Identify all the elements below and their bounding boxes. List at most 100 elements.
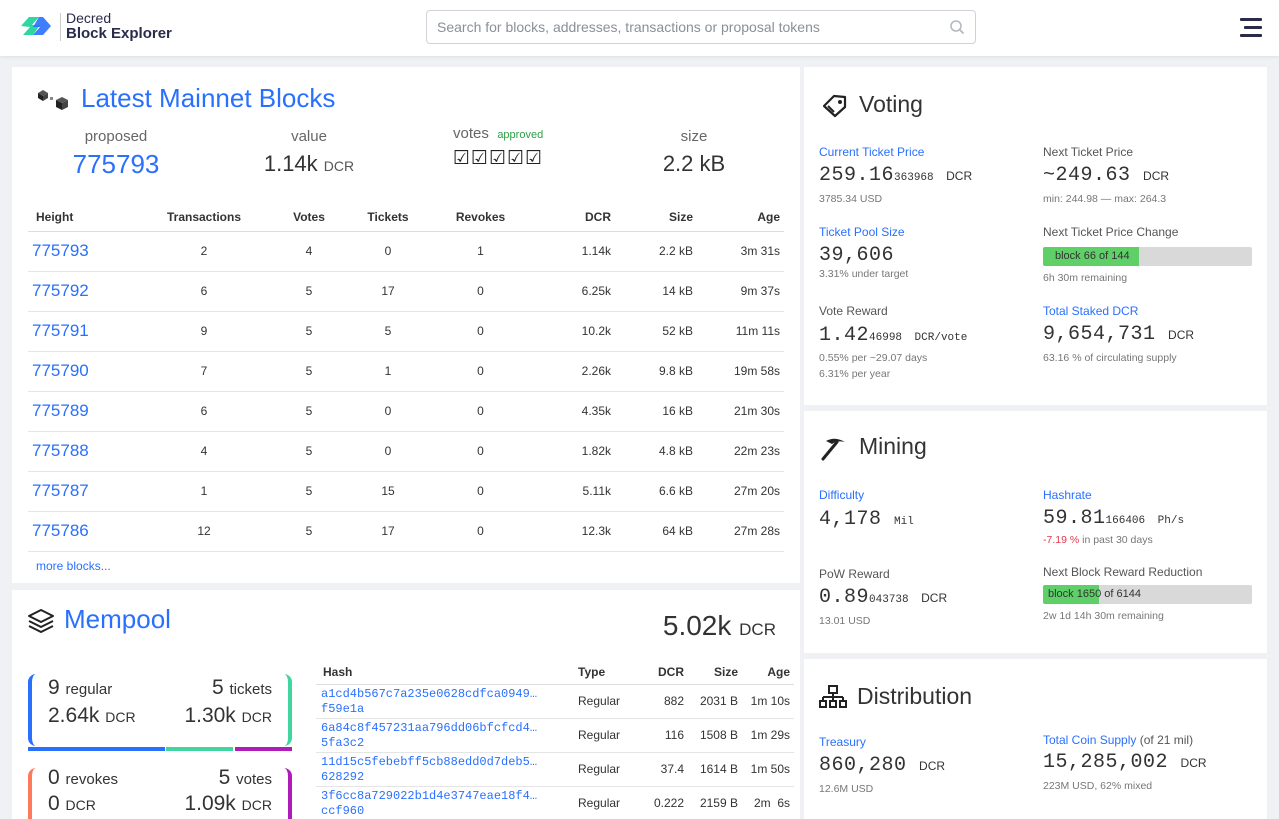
mempool-revokes-amount: 0 DCR [48,792,96,816]
col-height: Height [28,203,133,232]
block-height-link[interactable]: 775790 [32,361,89,380]
decred-logo-icon[interactable] [19,11,53,41]
pow-main: 0.89 [819,586,870,609]
search-input[interactable] [437,11,947,43]
treasury-main: 860,280 [819,754,907,777]
hashrate-label[interactable]: Hashrate [1043,488,1092,502]
vote-reward-sub1: 0.55% per ~29.07 days [819,352,928,364]
table-cell: 2m 6s [742,786,794,819]
pow-reward-label: PoW Reward [819,567,890,581]
table-cell: 5.11k [528,471,615,512]
voting-title: Voting [859,91,923,117]
proposed-block-link[interactable]: 775793 [36,149,196,180]
reduction-progress: block 1650 of 6144 [1043,585,1252,604]
table-cell: 64 kB [615,511,697,552]
tx-hash-cell: 11d15c5febebff5cb88edd0d7deb5…628292 [316,752,578,787]
block-height-link[interactable]: 775792 [32,281,89,300]
table-cell: 1508 B [688,718,742,753]
table-cell: 14 kB [615,271,697,312]
table-cell: 5 [343,311,433,352]
block-height-cell: 775793 [28,231,133,272]
table-row: 6a84c8f457231aa796dd06bfcfcd4…5fa3c2 Regu… [316,718,794,753]
next-ticket-price-label: Next Ticket Price [1043,145,1134,159]
col-votes: Votes [275,203,343,232]
col-revokes: Revokes [433,203,528,232]
col-mp-size: Size [688,660,742,685]
ticket-pool-size-label[interactable]: Ticket Pool Size [819,225,905,239]
hashrate-change: -7.19 % in past 30 days [1043,534,1153,546]
table-row: 775789 6 5 0 0 4.35k 16 kB 21m 30s [28,391,784,432]
more-blocks-link[interactable]: more blocks... [36,559,111,573]
size-label: size [680,128,708,145]
mempool-regular-amount: 2.64k DCR [48,704,136,728]
mempool-title[interactable]: Mempool [64,604,171,635]
table-cell: 1614 B [688,752,742,787]
total-staked-label[interactable]: Total Staked DCR [1043,304,1138,318]
table-cell: 11m 11s [697,311,784,352]
menu-icon[interactable] [1240,18,1262,38]
supply-label[interactable]: Total Coin Supply [1043,733,1136,747]
votes-amount-value: 1.09k [184,792,236,815]
latest-blocks-title[interactable]: Latest Mainnet Blocks [81,83,335,114]
logo-text[interactable]: Decred Block Explorer [66,11,172,42]
votes-approved-badge: approved [497,129,544,141]
table-cell: 0 [433,351,528,392]
search-icon[interactable] [949,19,965,35]
block-height-link[interactable]: 775789 [32,401,89,420]
table-cell: 0.222 [638,786,688,819]
table-cell: 15 [343,471,433,512]
table-cell: 4 [275,231,343,272]
ctp-small: 363968 [894,172,934,184]
table-cell: 0 [433,311,528,352]
table-cell: 1m 10s [742,684,794,719]
mempool-proportion-bar [28,747,292,751]
block-height-link[interactable]: 775788 [32,441,89,460]
table-cell: 4 [133,431,275,472]
reduction-label: Next Block Reward Reduction [1043,565,1203,579]
table-row: 775788 4 5 0 0 1.82k 4.8 kB 22m 23s [28,431,784,472]
next-price-change-progress: block 66 of 144 [1043,247,1252,266]
block-height-link[interactable]: 775793 [32,241,89,260]
menu-line [1240,18,1262,21]
table-cell: 6.25k [528,271,615,312]
tickets-amount-unit: DCR [241,709,272,725]
table-cell: 0 [343,231,433,272]
size-value: 2.2 kB [662,151,726,176]
menu-line [1240,34,1262,37]
vr-unit: DCR/vote [914,332,968,344]
col-size: Size [615,203,697,232]
block-height-cell: 775790 [28,351,133,392]
ts-unit: DCR [1168,328,1195,342]
tx-hash-link[interactable]: 11d15c5febebff5cb88edd0d7deb5…628292 [321,755,537,784]
table-cell: 27m 20s [697,471,784,512]
votes-count-value: 5 [218,766,231,789]
blocks-table-header: Height Transactions Votes Tickets Revoke… [28,203,784,232]
block-height-link[interactable]: 775786 [32,521,89,540]
hashrate-main: 59.81 [1043,507,1106,530]
supply-suffix: (of 21 mil) [1139,733,1194,747]
mempool-total-unit: DCR [739,620,776,639]
table-cell: 0 [433,511,528,552]
blocks-table: Height Transactions Votes Tickets Revoke… [28,203,784,552]
table-cell: 1 [133,471,275,512]
block-height-link[interactable]: 775787 [32,481,89,500]
tx-hash-link[interactable]: 3f6cc8a729022b1d4e3747eae18f4…ccf960 [321,789,537,818]
tx-hash-link[interactable]: a1cd4b567c7a235e0628cdfca0949…f59e1a [321,687,537,716]
value-amount-number: 1.14k [263,151,318,176]
tx-hash-link[interactable]: 6a84c8f457231aa796dd06bfcfcd4…5fa3c2 [321,721,537,750]
hashrate-unit: Ph/s [1157,515,1185,527]
current-ticket-price-label[interactable]: Current Ticket Price [819,145,924,159]
mining-title: Mining [859,433,927,459]
current-ticket-price-usd: 3785.34 USD [819,193,883,205]
table-cell: 2 [133,231,275,272]
tickets-count-value: 5 [211,676,224,699]
table-cell: 2031 B [688,684,742,719]
treasury-label[interactable]: Treasury [819,735,866,749]
mempool-revokes-count: 0 revokes [48,766,118,790]
table-cell: 9.8 kB [615,351,697,392]
difficulty-label[interactable]: Difficulty [819,488,864,502]
table-cell: 3m 31s [697,231,784,272]
table-cell: 19m 58s [697,351,784,392]
ctp-unit: DCR [946,169,973,183]
block-height-link[interactable]: 775791 [32,321,89,340]
